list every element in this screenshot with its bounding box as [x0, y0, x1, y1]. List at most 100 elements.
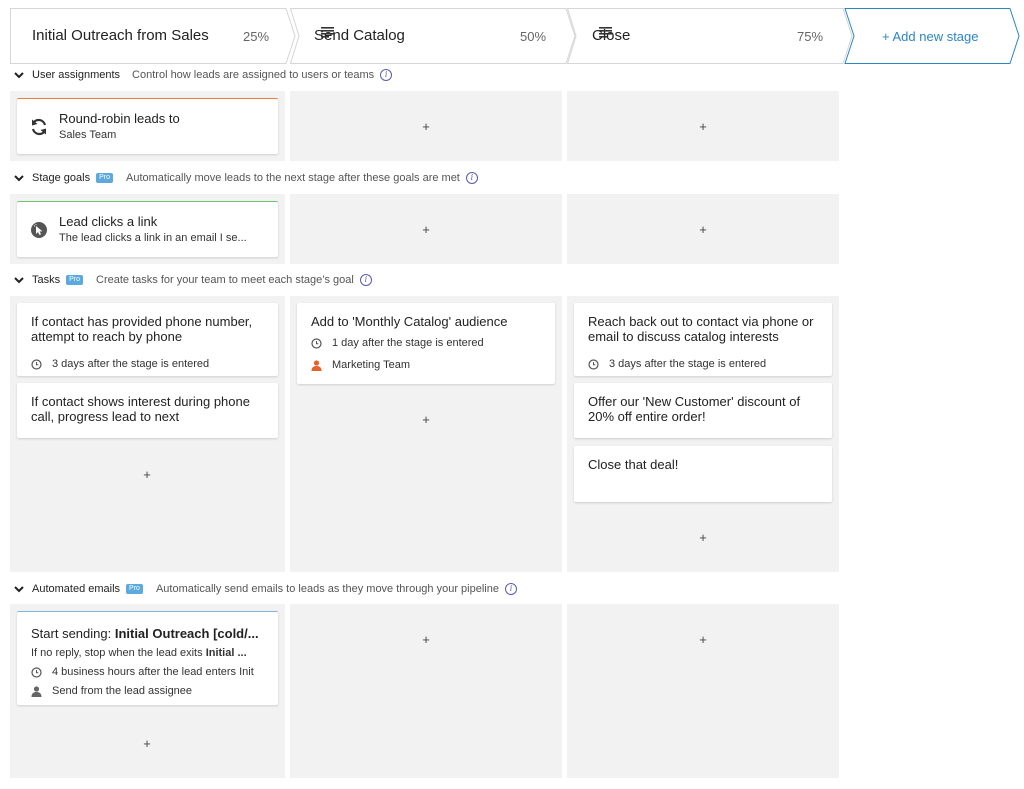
stage-initial-outreach[interactable]: Initial Outreach from Sales 25% [10, 8, 296, 64]
task-title: Offer our 'New Customer' discount of 20%… [588, 394, 801, 424]
clock-icon [31, 666, 42, 678]
email-stop-rule: If no reply, stop when the lead exits In… [31, 647, 247, 660]
add-new-stage-label: + Add new stage [882, 29, 979, 44]
assignments-column-2[interactable]: + [290, 91, 562, 161]
email-title: Start sending: Initial Outreach [cold/..… [31, 626, 259, 641]
clock-icon [588, 358, 599, 370]
task-card[interactable]: Reach back out to contact via phone or e… [574, 303, 832, 376]
stage-percent: 75% [797, 29, 824, 44]
goals-column-1: Lead clicks a link The lead clicks a lin… [10, 194, 285, 264]
add-task-button[interactable]: + [140, 467, 154, 482]
task-timing-text: 3 days after the stage is entered [609, 358, 767, 370]
clock-icon [31, 358, 42, 370]
chevron-down-icon[interactable] [14, 70, 24, 80]
add-task-button[interactable]: + [419, 412, 433, 427]
chevron-down-icon[interactable] [14, 584, 24, 594]
section-title: Stage goals [32, 172, 91, 184]
section-stage-goals[interactable]: Stage goals Pro Automatically move leads… [14, 170, 478, 186]
cursor-click-icon [31, 222, 47, 238]
pro-badge: Pro [66, 275, 84, 285]
task-timing-text: 1 day after the stage is entered [332, 337, 484, 349]
pro-badge: Pro [96, 173, 114, 183]
emails-column-3[interactable]: + [567, 604, 839, 778]
section-user-assignments[interactable]: User assignments Control how leads are a… [14, 67, 393, 83]
task-assignee-text: Marketing Team [332, 359, 411, 371]
section-tasks[interactable]: Tasks Pro Create tasks for your team to … [14, 272, 372, 288]
email-title-prefix: Start sending: [31, 626, 115, 641]
task-card[interactable]: Close that deal! [574, 446, 832, 502]
chevron-down-icon[interactable] [14, 275, 24, 285]
chevron-down-icon[interactable] [14, 173, 24, 183]
email-stop-prefix: If no reply, stop when the lead exits [31, 647, 206, 659]
section-description: Control how leads are assigned to users … [132, 69, 375, 81]
stage-percent: 50% [520, 29, 547, 44]
add-assignment-button[interactable]: + [419, 119, 433, 134]
email-sequence-name: Initial Outreach [cold/... [114, 626, 259, 641]
lines-icon [321, 27, 334, 38]
info-icon[interactable]: i [380, 69, 393, 81]
task-assignee: Marketing Team [311, 359, 410, 371]
stage-send-catalog[interactable]: Send Catalog 50% [290, 8, 576, 64]
email-sender: Send from the lead assignee [31, 685, 192, 697]
section-description: Automatically send emails to leads as th… [155, 583, 499, 595]
card-title: Lead clicks a link [59, 214, 158, 229]
add-email-button[interactable]: + [140, 736, 154, 751]
stage-name-wrap: Close [592, 27, 630, 44]
emails-column-2[interactable]: + [290, 604, 562, 778]
section-automated-emails[interactable]: Automated emails Pro Automatically send … [14, 581, 517, 597]
add-email-button[interactable]: + [419, 632, 433, 647]
email-stop-stage: Initial ... [205, 647, 247, 659]
add-email-button[interactable]: + [696, 632, 710, 647]
add-goal-button[interactable]: + [419, 222, 433, 237]
task-card[interactable]: If contact has provided phone number, at… [17, 303, 278, 376]
email-card[interactable]: Start sending: Initial Outreach [cold/..… [17, 611, 278, 705]
task-title: Close that deal! [588, 457, 679, 472]
task-title: If contact shows interest during phone c… [31, 394, 250, 424]
clock-icon [311, 337, 322, 349]
stage-close[interactable]: Close 75% [567, 8, 853, 64]
pro-badge: Pro [126, 584, 143, 594]
assignments-column-3[interactable]: + [567, 91, 839, 161]
add-assignment-button[interactable]: + [696, 119, 710, 134]
assignments-column-1: Round-robin leads to Sales Team [10, 91, 285, 161]
email-timing-text: 4 business hours after the lead enters I… [52, 666, 254, 678]
email-timing: 4 business hours after the lead enters I… [31, 666, 254, 678]
goal-card[interactable]: Lead clicks a link The lead clicks a lin… [17, 201, 278, 257]
task-timing: 3 days after the stage is entered [31, 358, 209, 370]
user-icon [311, 359, 322, 371]
task-card[interactable]: Offer our 'New Customer' discount of 20%… [574, 383, 832, 438]
tasks-column-2[interactable]: Add to 'Monthly Catalog' audience 1 day … [290, 296, 562, 572]
user-icon [31, 685, 42, 697]
assignment-card[interactable]: Round-robin leads to Sales Team [17, 98, 278, 154]
info-icon[interactable]: i [504, 583, 517, 595]
card-title: Round-robin leads to [59, 111, 180, 126]
emails-column-1[interactable]: Start sending: Initial Outreach [cold/..… [10, 604, 285, 778]
card-subtitle: Sales Team [59, 129, 117, 141]
section-description: Create tasks for your team to meet each … [96, 274, 354, 286]
task-card[interactable]: If contact shows interest during phone c… [17, 383, 278, 438]
goals-column-2[interactable]: + [290, 194, 562, 264]
card-subtitle: The lead clicks a link in an email I se.… [59, 232, 247, 244]
lines-icon [599, 27, 612, 38]
stage-name: Initial Outreach from Sales [32, 27, 209, 44]
task-card[interactable]: Add to 'Monthly Catalog' audience 1 day … [297, 303, 555, 384]
task-timing-text: 3 days after the stage is entered [52, 358, 210, 370]
section-title: User assignments [32, 69, 121, 81]
info-icon[interactable]: i [465, 172, 478, 184]
add-new-stage-button[interactable]: + Add new stage [844, 8, 1022, 64]
goals-column-3[interactable]: + [567, 194, 839, 264]
stage-name-wrap: Send Catalog [314, 27, 405, 44]
section-description: Automatically move leads to the next sta… [126, 172, 460, 184]
section-title: Automated emails [32, 583, 121, 595]
stage-percent: 25% [243, 29, 270, 44]
tasks-column-3[interactable]: Reach back out to contact via phone or e… [567, 296, 839, 572]
add-task-button[interactable]: + [696, 530, 710, 545]
info-icon[interactable]: i [359, 274, 372, 286]
task-timing: 1 day after the stage is entered [311, 337, 484, 349]
task-title: Add to 'Monthly Catalog' audience [311, 314, 508, 329]
refresh-icon [31, 118, 47, 136]
add-goal-button[interactable]: + [696, 222, 710, 237]
tasks-column-1[interactable]: If contact has provided phone number, at… [10, 296, 285, 572]
section-title: Tasks [32, 274, 61, 286]
email-sender-text: Send from the lead assignee [52, 685, 193, 697]
